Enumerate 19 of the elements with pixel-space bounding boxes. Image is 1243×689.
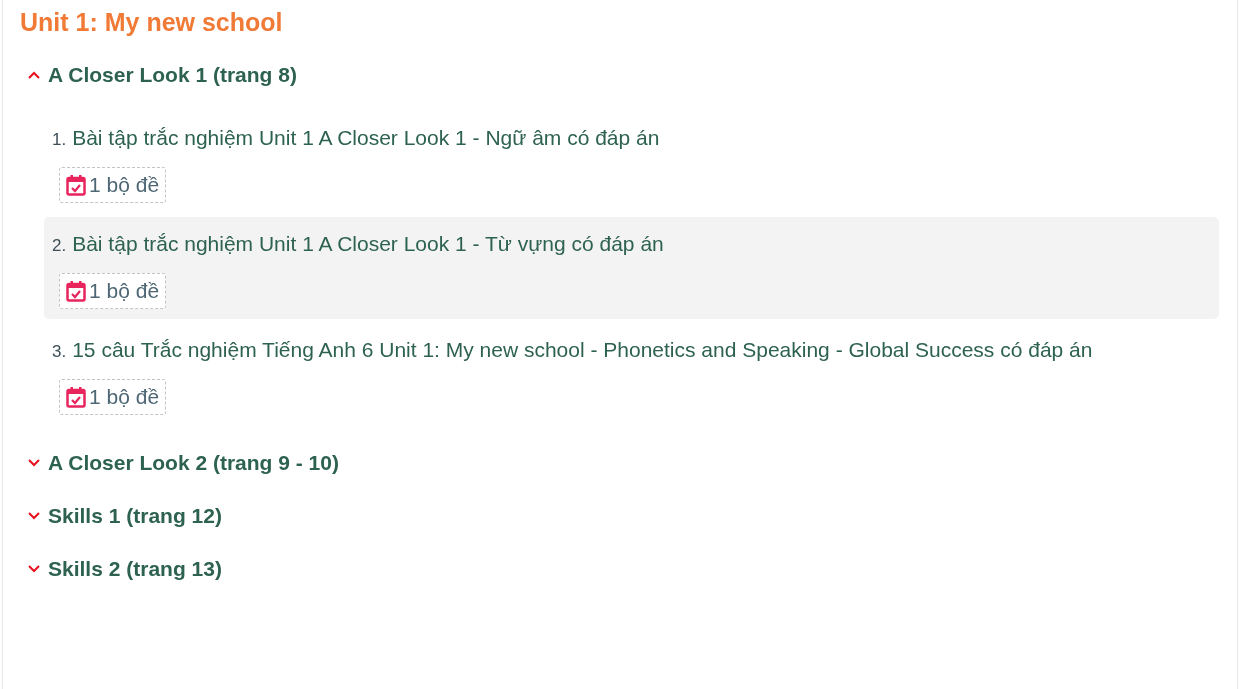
calendar-check-icon [66,174,86,196]
section-title[interactable]: A Closer Look 2 (trang 9 - 10) [48,448,339,478]
section-title[interactable]: Skills 2 (trang 13) [48,554,222,584]
section-title[interactable]: A Closer Look 1 (trang 8) [48,60,297,90]
list-item-highlight[interactable]: 2. Bài tập trắc nghiệm Unit 1 A Closer Look 1 - Từ vựng có đáp án 1 bộ đề [44,217,1219,319]
chevron-icon[interactable] [28,71,40,79]
calendar-check-icon [66,280,86,302]
exercise-link[interactable]: 1. Bài tập trắc nghiệm Unit 1 A Closer Look 1 - Ngữ âm có đáp án [52,119,1219,159]
exercise-link[interactable]: 3. 15 câu Trắc nghiệm Tiếng Anh 6 Unit 1: My new school - Phonetics and Speaking - Global Success có đáp án [52,331,1219,371]
exercise-link[interactable]: 2. Bài tập trắc nghiệm Unit 1 A Closer Look 1 - Từ vựng có đáp án [52,225,1219,265]
chevron-icon[interactable] [28,512,40,520]
badge-text: 1 bộ đề [89,384,160,410]
chevron-icon[interactable] [28,459,40,467]
section-title[interactable]: Skills 1 (trang 12) [48,501,222,531]
calendar-check-icon [66,386,86,408]
badge-text: 1 bộ đề [89,278,160,304]
unit-title: Unit 1: My new school [20,7,284,38]
chevron-icon[interactable] [28,565,40,573]
badge-text: 1 bộ đề [89,172,160,198]
